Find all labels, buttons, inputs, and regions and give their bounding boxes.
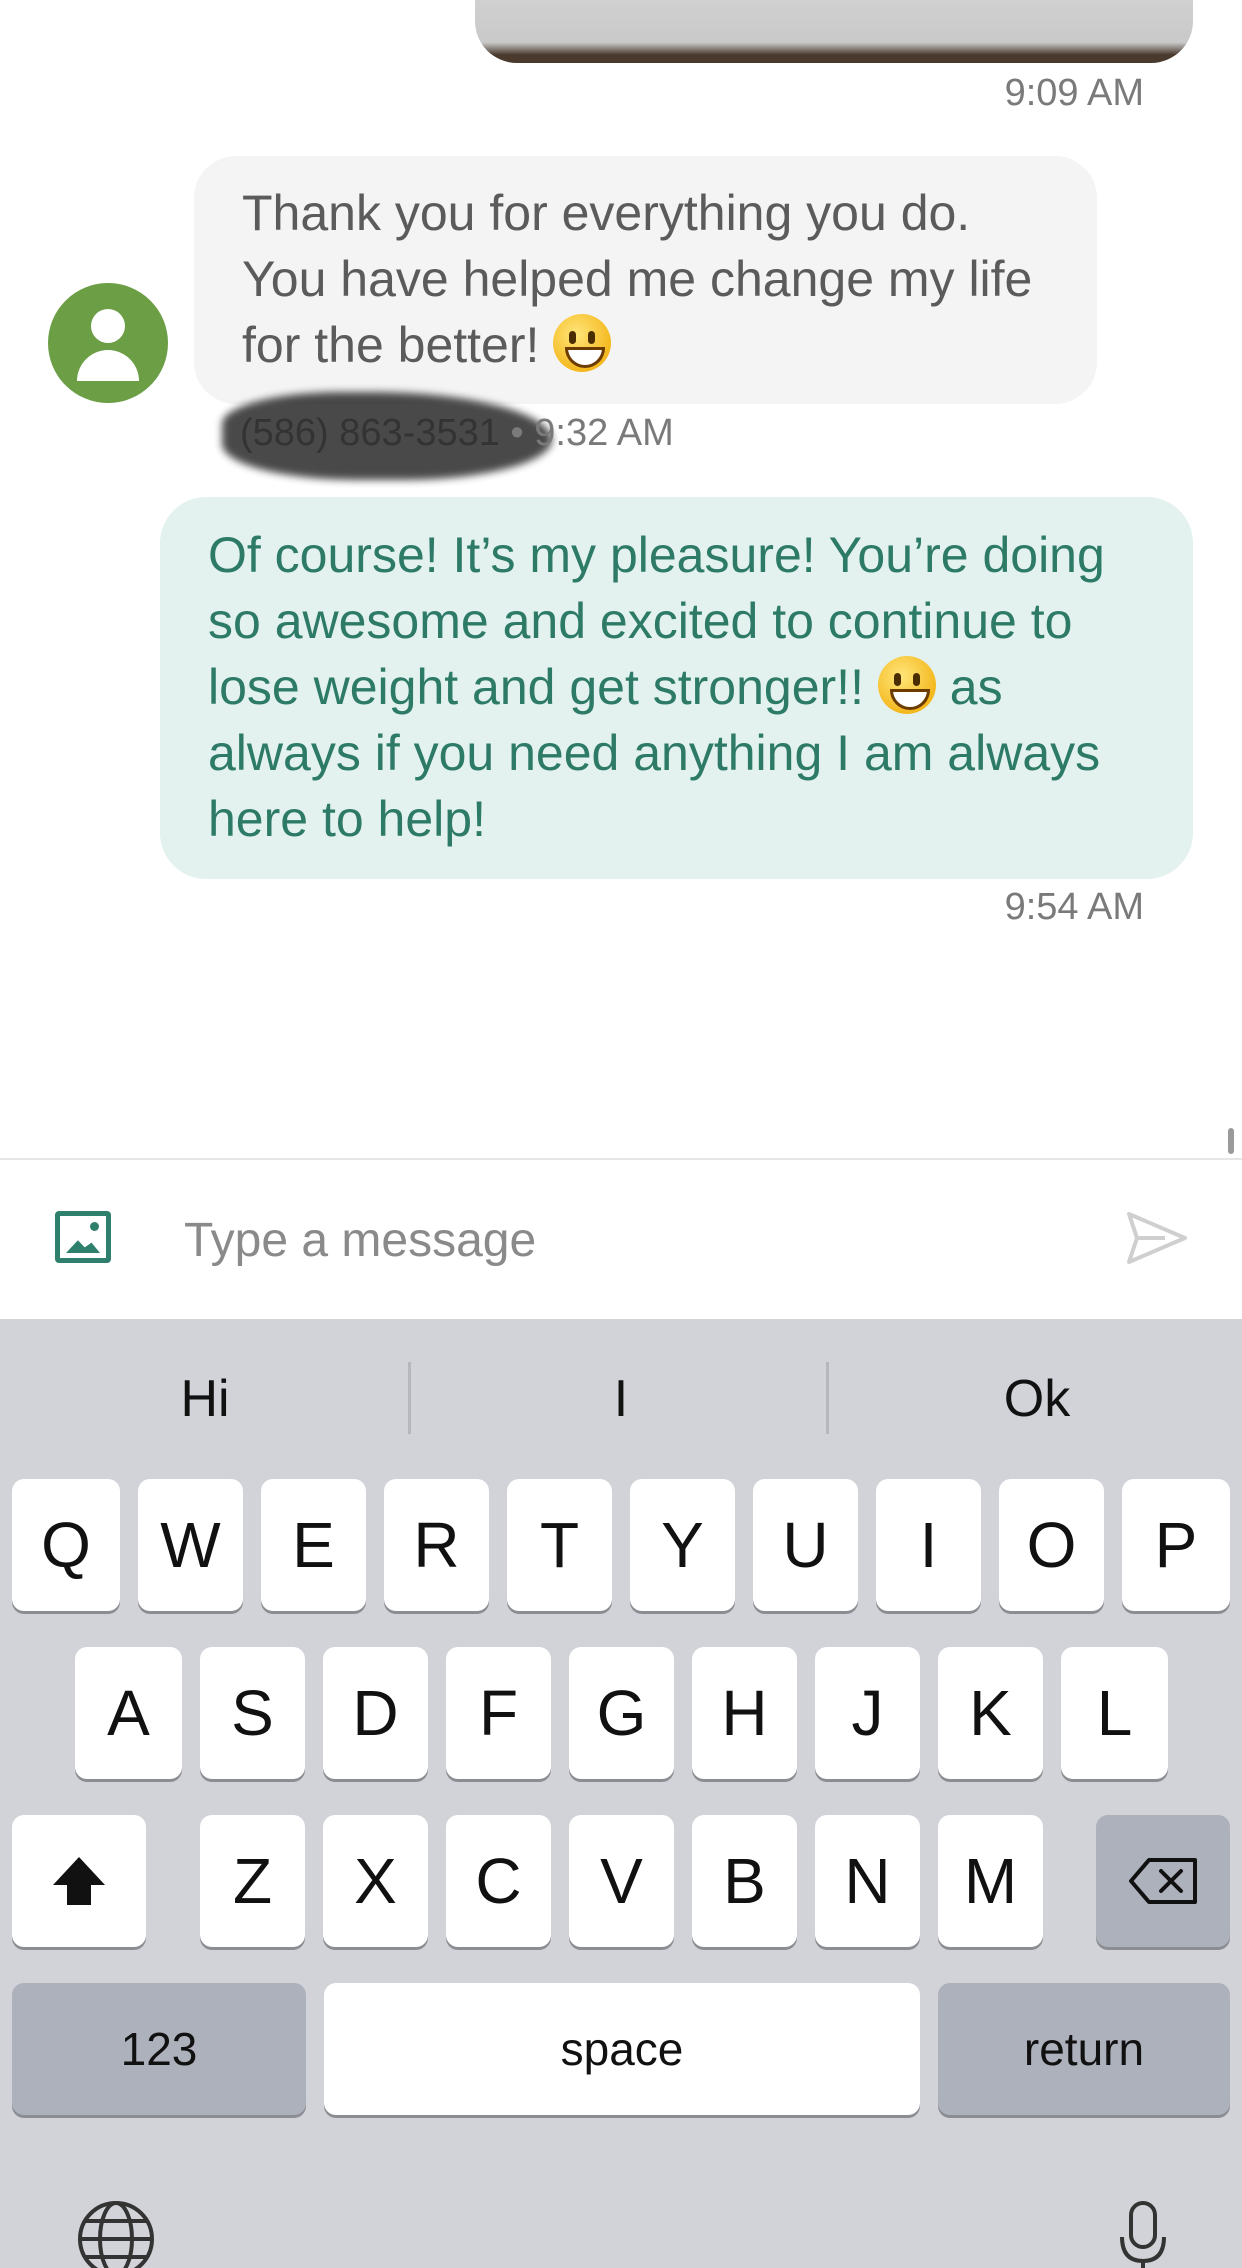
suggestion-i[interactable]: I (416, 1369, 826, 1429)
key-y[interactable]: Y (630, 1479, 735, 1611)
key-t[interactable]: T (507, 1479, 612, 1611)
outgoing-message-text: Of course! It’s my pleasure! You’re doin… (208, 527, 1105, 847)
key-d[interactable]: D (323, 1647, 428, 1779)
message-input[interactable] (184, 1200, 1084, 1280)
key-i[interactable]: I (876, 1479, 981, 1611)
backspace-icon (1129, 1858, 1197, 1904)
avatar-head (91, 309, 125, 343)
key-z[interactable]: Z (200, 1815, 305, 1947)
message-composer (0, 1158, 1242, 1319)
image-icon-sun (90, 1222, 99, 1231)
predictive-suggestions: Hi I Ok (0, 1319, 1242, 1479)
message-thread[interactable]: 9:09 AM Thank you for everything you do.… (0, 0, 1242, 1158)
key-g[interactable]: G (569, 1647, 674, 1779)
attach-image-icon[interactable] (55, 1211, 111, 1263)
message-timestamp: 9:32 AM (534, 412, 674, 454)
key-w[interactable]: W (138, 1479, 243, 1611)
avatar-body (77, 350, 139, 381)
incoming-message-text: Thank you for everything you do. You hav… (242, 185, 1033, 373)
message-timestamp: 9:09 AM (1004, 72, 1144, 114)
key-r[interactable]: R (384, 1479, 489, 1611)
incoming-message-bubble[interactable]: Thank you for everything you do. You hav… (194, 156, 1097, 404)
sender-phone: (586) 863-3531 (240, 412, 500, 454)
image-icon-mountain (66, 1240, 100, 1253)
sender-separator: • (510, 412, 524, 454)
key-o[interactable]: O (999, 1479, 1104, 1611)
suggestion-hi[interactable]: Hi (0, 1369, 410, 1429)
key-j[interactable]: J (815, 1647, 920, 1779)
key-u[interactable]: U (753, 1479, 858, 1611)
send-icon[interactable] (1125, 1208, 1189, 1268)
key-s[interactable]: S (200, 1647, 305, 1779)
key-f[interactable]: F (446, 1647, 551, 1779)
key-m[interactable]: M (938, 1815, 1043, 1947)
suggestion-ok[interactable]: Ok (832, 1369, 1242, 1429)
sender-info: (586) 863-3531 • 9:32 AM (240, 412, 674, 455)
key-h[interactable]: H (692, 1647, 797, 1779)
image-message[interactable] (475, 0, 1193, 63)
key-x[interactable]: X (323, 1815, 428, 1947)
key-b[interactable]: B (692, 1815, 797, 1947)
key-q[interactable]: Q (12, 1479, 120, 1611)
key-k[interactable]: K (938, 1647, 1043, 1779)
globe-icon[interactable] (76, 2199, 156, 2268)
key-e[interactable]: E (261, 1479, 366, 1611)
on-screen-keyboard: Hi I Ok Q W E R T Y U I O P A S D F G H … (0, 1319, 1242, 2268)
key-a[interactable]: A (75, 1647, 182, 1779)
contact-avatar[interactable] (48, 283, 168, 403)
outgoing-message-bubble[interactable]: Of course! It’s my pleasure! You’re doin… (160, 497, 1193, 879)
delete-key[interactable] (1096, 1815, 1230, 1947)
space-key[interactable]: space (324, 1983, 920, 2115)
message-timestamp: 9:54 AM (1004, 886, 1144, 928)
key-c[interactable]: C (446, 1815, 551, 1947)
return-key[interactable]: return (938, 1983, 1230, 2115)
suggestion-divider (408, 1362, 411, 1434)
key-n[interactable]: N (815, 1815, 920, 1947)
microphone-icon[interactable] (1118, 2199, 1168, 2268)
suggestion-divider (826, 1362, 829, 1434)
key-p[interactable]: P (1122, 1479, 1230, 1611)
key-v[interactable]: V (569, 1815, 674, 1947)
scrollbar[interactable] (1228, 1128, 1234, 1154)
smiling-face-emoji-icon (877, 656, 936, 714)
shift-key[interactable] (12, 1815, 146, 1947)
grinning-face-emoji-icon (553, 314, 612, 372)
key-l[interactable]: L (1061, 1647, 1168, 1779)
shift-icon (53, 1857, 105, 1905)
numbers-key[interactable]: 123 (12, 1983, 306, 2115)
